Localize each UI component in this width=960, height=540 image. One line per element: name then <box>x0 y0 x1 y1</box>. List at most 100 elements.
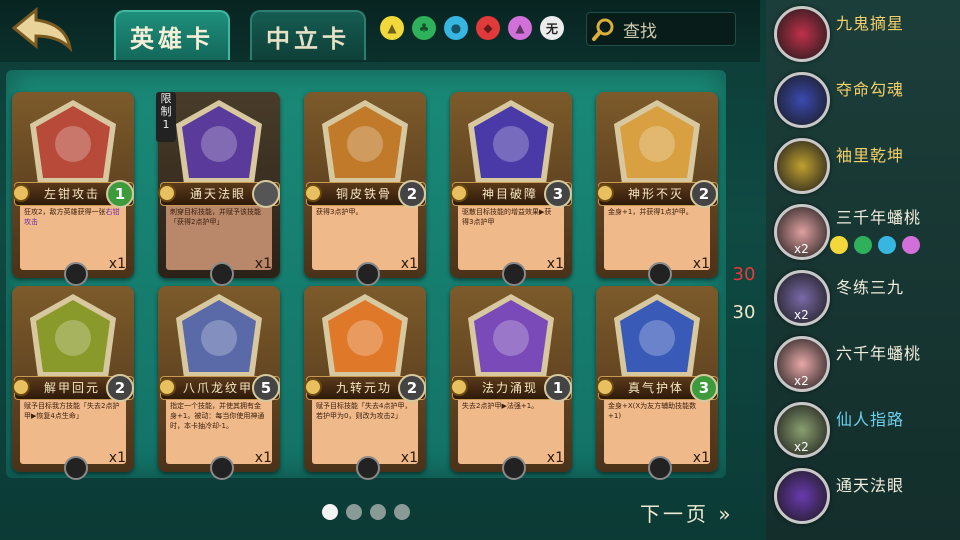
card-avatar <box>774 6 830 62</box>
deck-limit-counter: 30 <box>732 264 756 285</box>
card-type-icon <box>450 184 468 202</box>
card-description-text: 刺穿目标技能，并赋予该技能「获得2点护甲」 <box>170 208 261 226</box>
magnify-icon[interactable] <box>64 262 88 286</box>
deck-card-name: 仙人指路 <box>836 410 905 429</box>
mountain-icon[interactable]: ▲ <box>508 16 532 40</box>
card-name: 法力涌现 <box>481 381 538 395</box>
card-description-text: 获得3点护甲。 <box>316 208 363 216</box>
search-placeholder: 查找 <box>623 21 657 42</box>
magnify-icon[interactable] <box>64 456 88 480</box>
magnify-icon[interactable] <box>502 262 526 286</box>
card-name: 真气护体 <box>627 381 684 395</box>
back-arrow-icon[interactable] <box>6 4 80 56</box>
page-indicator-dot[interactable] <box>322 504 338 520</box>
next-page-label: 下一页 <box>640 502 709 526</box>
card-type-icon <box>12 378 30 396</box>
magnify-icon[interactable] <box>648 456 672 480</box>
element-icon <box>902 236 920 254</box>
card-art <box>322 100 408 184</box>
card-description-text: 狂攻2，敌方英雄获得一张 <box>24 208 106 216</box>
card-art <box>30 294 116 378</box>
card-count: x1 <box>546 256 564 272</box>
card-cost: 1 <box>106 180 134 208</box>
skill-card[interactable]: 失去2点护甲▶法强+1。 法力涌现 1 x1 <box>450 286 572 480</box>
skill-card[interactable]: 金身+1，并获得1点护甲。 神形不灭 2 x1 <box>596 92 718 286</box>
card-description-text: 驱散目标技能的增益效果▶获得3点护甲 <box>462 208 552 226</box>
deck-list-item[interactable]: 冬练三九 x2 <box>766 264 960 330</box>
card-type-icon <box>158 378 176 396</box>
card-cost: 2 <box>398 180 426 208</box>
search-input[interactable]: 查找 <box>586 12 736 46</box>
card-description: 金身+X(X为友方辅助技能数+1) <box>608 401 704 421</box>
deck-list-item[interactable]: 九鬼摘星 <box>766 0 960 66</box>
none-icon[interactable]: 无 <box>540 16 564 40</box>
card-type-icon <box>304 378 322 396</box>
skill-card[interactable]: 刺穿目标技能，并赋予该技能「获得2点护甲」 通天法眼 x1 限制 1 <box>156 92 280 286</box>
page-indicator-dot[interactable] <box>394 504 410 520</box>
card-type-icon <box>304 184 322 202</box>
skill-card[interactable]: 指定一个技能，并使其拥有金身+1。被动：每当你使用神通时，本卡抽冷却-1。 八爪龙… <box>158 286 280 480</box>
skill-card[interactable]: 狂攻2，敌方英雄获得一张右钳攻击 左钳攻击 1 x1 <box>12 92 134 286</box>
card-description: 指定一个技能，并使其拥有金身+1。被动：每当你使用神通时，本卡抽冷却-1。 <box>170 401 266 431</box>
deck-card-count: x2 <box>794 440 809 454</box>
card-art <box>322 294 408 378</box>
card-avatar <box>774 468 830 524</box>
skill-card[interactable]: 赋予目标技能「失去4点护甲，若护甲为0，则改为攻击2」 九转元功 2 x1 <box>304 286 426 480</box>
card-art <box>176 100 262 184</box>
skill-card[interactable]: 金身+X(X为友方辅助技能数+1) 真气护体 3 x1 <box>596 286 718 480</box>
card-name: 解甲回元 <box>43 381 100 395</box>
magnify-icon[interactable] <box>210 262 234 286</box>
card-cost: 1 <box>544 374 572 402</box>
card-type-icon <box>158 184 176 202</box>
element-icon <box>830 236 848 254</box>
card-type-icon <box>12 184 30 202</box>
magnify-icon[interactable] <box>648 262 672 286</box>
card-art <box>468 100 554 184</box>
deck-card-name: 冬练三九 <box>836 278 905 297</box>
page-indicator-dot[interactable] <box>370 504 386 520</box>
element-icon <box>878 236 896 254</box>
skill-card[interactable]: 获得3点护甲。 铜皮铁骨 2 x1 <box>304 92 426 286</box>
card-art <box>468 294 554 378</box>
card-art <box>614 100 700 184</box>
tree-icon[interactable]: ♣ <box>412 16 436 40</box>
page-indicator-dot[interactable] <box>346 504 362 520</box>
deck-list-item[interactable]: 袖里乾坤 <box>766 132 960 198</box>
skill-card[interactable]: 驱散目标技能的增益效果▶获得3点护甲 神目破障 3 x1 <box>450 92 572 286</box>
card-name: 铜皮铁骨 <box>335 187 392 201</box>
tab-hero-cards[interactable]: 英雄卡 <box>114 10 230 60</box>
deck-list-item[interactable]: 六千年蟠桃 x2 <box>766 330 960 396</box>
magnify-icon[interactable] <box>356 262 380 286</box>
element-icon <box>854 236 872 254</box>
card-count: x1 <box>108 450 126 466</box>
double-chevron-right-icon: » <box>718 502 734 526</box>
deck-current-counter: 30 <box>732 302 756 323</box>
deck-card-count: x2 <box>794 308 809 322</box>
card-count: x1 <box>108 256 126 272</box>
card-art <box>176 294 262 378</box>
next-page-button[interactable]: 下一页 » <box>640 498 734 527</box>
magnify-icon[interactable] <box>356 456 380 480</box>
water-drop-icon[interactable]: ● <box>444 16 468 40</box>
fire-icon[interactable]: ◆ <box>476 16 500 40</box>
card-count: x1 <box>254 450 272 466</box>
card-description-text: 失去2点护甲▶法强+1。 <box>462 402 539 410</box>
deck-list-item[interactable]: 通天法眼 <box>766 462 960 528</box>
card-description: 赋予目标技能「失去4点护甲，若护甲为0，则改为攻击2」 <box>316 401 412 421</box>
card-avatar <box>774 138 830 194</box>
deck-list-item[interactable]: 三千年蟠桃 x2 <box>766 198 960 264</box>
deck-list-item[interactable]: 夺命勾魂 <box>766 66 960 132</box>
magnify-icon[interactable] <box>502 456 526 480</box>
triangle-icon[interactable]: ▲ <box>380 16 404 40</box>
card-cost: 2 <box>106 374 134 402</box>
magnify-icon[interactable] <box>210 456 234 480</box>
card-cost: 5 <box>252 374 280 402</box>
tab-neutral-cards[interactable]: 中立卡 <box>250 10 366 60</box>
card-cost: 3 <box>690 374 718 402</box>
card-description: 金身+1，并获得1点护甲。 <box>608 207 704 217</box>
deck-list-item[interactable]: 仙人指路 x2 <box>766 396 960 462</box>
card-cost: 2 <box>690 180 718 208</box>
skill-card[interactable]: 赋予目标我方技能「失去2点护甲▶恢复4点生命」 解甲回元 2 x1 <box>12 286 134 480</box>
card-description: 失去2点护甲▶法强+1。 <box>462 401 558 411</box>
deck-card-name: 六千年蟠桃 <box>836 344 922 363</box>
